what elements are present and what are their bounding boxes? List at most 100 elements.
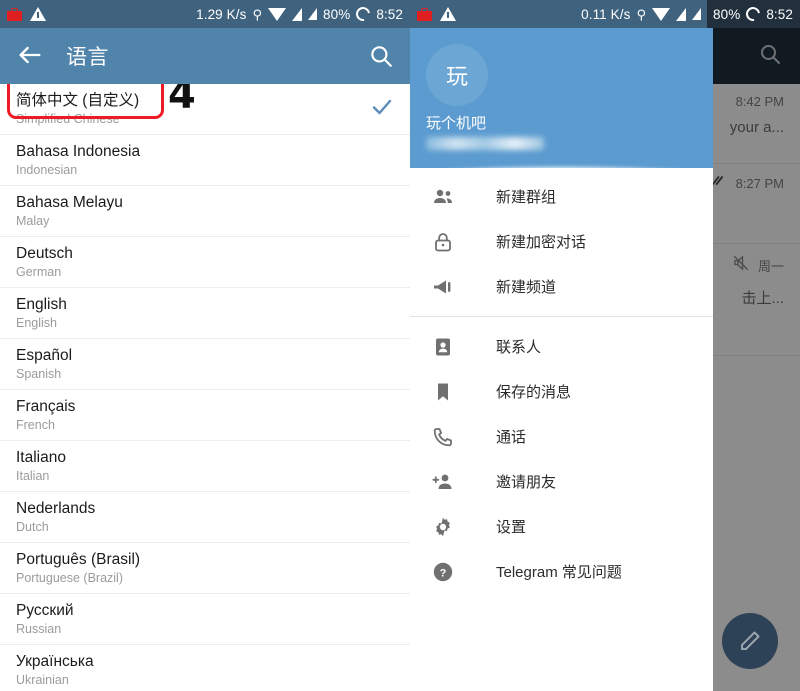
bookmark-icon <box>430 379 456 405</box>
left-phone-panel: 1.29 K/s ⚲ 80% 8:52 语言 简体中文 (自定义) Simpli… <box>0 0 410 691</box>
drawer-menu-item[interactable]: 新建频道 <box>410 264 713 309</box>
language-native-name: Français <box>16 398 76 415</box>
account-name: 玩个机吧 <box>426 115 487 132</box>
avatar[interactable]: 玩 <box>426 44 488 106</box>
language-row[interactable]: Deutsch German <box>0 237 410 288</box>
new-message-fab[interactable] <box>722 613 778 669</box>
menu-divider <box>410 316 713 317</box>
drawer-menu: 新建群组新建加密对话 新建频道联系人保存的消息通话邀请朋友设置? Telegram … <box>410 168 713 691</box>
gear-icon <box>430 514 456 540</box>
language-row[interactable]: English English <box>0 288 410 339</box>
language-row[interactable]: Bahasa Melayu Malay <box>0 186 410 237</box>
language-texts: Italiano Italian <box>16 448 66 484</box>
status-dimmed-section: 80% 8:52 <box>706 0 800 28</box>
account-info: 玩个机吧 <box>426 112 697 152</box>
network-speed-label: 1.29 K/s <box>196 6 247 22</box>
language-texts: Nederlands Dutch <box>16 499 95 535</box>
phone-icon <box>430 424 456 450</box>
language-english-name: German <box>16 265 62 279</box>
language-list: 简体中文 (自定义) Simplified Chinese Bahasa Indon… <box>0 84 410 691</box>
warning-icon <box>440 7 456 21</box>
language-english-name: Ukrainian <box>16 673 69 687</box>
drawer-menu-item-label: 邀请朋友 <box>496 474 557 491</box>
language-english-name: Indonesian <box>16 163 78 177</box>
language-english-name: Italian <box>16 469 50 483</box>
drawer-menu-item-label: 联系人 <box>496 339 542 356</box>
language-texts: Bahasa Indonesia Indonesian <box>16 142 140 178</box>
language-toolbar: 语言 <box>0 28 410 84</box>
screenshot-root: 1.29 K/s ⚲ 80% 8:52 语言 简体中文 (自定义) Simpli… <box>0 0 800 691</box>
signal-icon <box>675 7 686 21</box>
drawer-menu-item-label: Telegram 常见问题 <box>496 564 622 581</box>
language-native-name: Nederlands <box>16 500 96 517</box>
pencil-icon <box>741 631 760 650</box>
drawer-account-header[interactable]: 玩 玩个机吧 <box>410 28 713 168</box>
drawer-menu-item-label: 新建群组 <box>496 189 557 206</box>
language-native-name: Italiano <box>16 449 66 466</box>
drawer-menu-item[interactable]: 通话 <box>410 414 713 459</box>
language-texts: Українська Ukrainian <box>16 652 94 688</box>
language-english-name: Portuguese (Brazil) <box>16 571 123 585</box>
language-row[interactable]: Nederlands Dutch <box>0 492 410 543</box>
language-texts: Русский Russian <box>16 601 74 637</box>
language-english-name: English <box>16 316 57 330</box>
language-row[interactable]: Português (Brasil) Portuguese (Brazil) <box>0 543 410 594</box>
search-icon[interactable] <box>368 43 394 69</box>
drawer-menu-item-label: 通话 <box>496 429 527 446</box>
language-row[interactable]: Italiano Italian <box>0 441 410 492</box>
language-row[interactable]: Español Spanish <box>0 339 410 390</box>
language-row[interactable]: Русский Russian <box>0 594 410 645</box>
right-phone-panel: 0.11 K/s ⚲ 80% 8:52 8:42 PM your a... 8:… <box>410 0 800 691</box>
language-native-name: 简体中文 (自定义) <box>16 92 140 109</box>
battery-icon <box>353 4 374 24</box>
drawer-menu-item[interactable]: 联系人 <box>410 324 713 369</box>
language-english-name: Spanish <box>16 367 62 381</box>
account-phone-redacted <box>426 137 544 150</box>
status-left-icons <box>7 7 46 21</box>
group-icon <box>430 184 456 210</box>
briefcase-icon <box>417 7 432 21</box>
right-status-bar: 0.11 K/s ⚲ 80% 8:52 <box>410 0 800 28</box>
language-english-name: Dutch <box>16 520 49 534</box>
drawer-menu-item-label: 保存的消息 <box>496 384 572 401</box>
language-native-name: Deutsch <box>16 245 73 262</box>
language-native-name: English <box>16 296 67 313</box>
header-wave-decoration <box>410 152 713 168</box>
status-right-icons: 1.29 K/s ⚲ 80% 8:52 <box>196 4 403 24</box>
drawer-menu-item[interactable]: 设置 <box>410 504 713 549</box>
back-arrow-icon[interactable] <box>16 41 46 71</box>
lock-icon <box>430 229 456 255</box>
language-native-name: Українська <box>16 653 94 670</box>
language-english-name: Malay <box>16 214 50 228</box>
battery-percent-label: 80% <box>712 6 741 22</box>
drawer-menu-item[interactable]: 新建加密对话 <box>410 219 713 264</box>
drawer-menu-item[interactable]: 新建群组 <box>410 174 713 219</box>
language-row[interactable]: Українська Ukrainian <box>0 645 410 691</box>
signal-icon-2 <box>307 8 317 20</box>
drawer-menu-item-label: 新建频道 <box>496 279 557 296</box>
help-icon: ? <box>430 559 456 585</box>
battery-percent-label: 80% <box>322 6 351 22</box>
signal-icon-2 <box>691 8 701 20</box>
language-row[interactable]: Bahasa Indonesia Indonesian <box>0 135 410 186</box>
language-row[interactable]: Français French <box>0 390 410 441</box>
checkmark-icon <box>370 95 394 124</box>
language-row[interactable]: 简体中文 (自定义) Simplified Chinese <box>0 84 410 135</box>
language-native-name: Bahasa Melayu <box>16 194 123 211</box>
key-icon: ⚲ <box>636 6 646 22</box>
page-title: 语言 <box>66 46 109 69</box>
status-left-icons-right <box>417 7 456 21</box>
language-native-name: Español <box>16 347 73 364</box>
language-native-name: Русский <box>16 602 74 619</box>
clock-label: 8:52 <box>376 6 403 22</box>
svg-text:?: ? <box>440 567 447 579</box>
drawer-menu-item[interactable]: 邀请朋友 <box>410 459 713 504</box>
language-native-name: Bahasa Indonesia <box>16 143 141 160</box>
language-texts: Bahasa Melayu Malay <box>16 193 123 229</box>
megaphone-icon <box>430 274 456 300</box>
briefcase-icon <box>7 7 22 21</box>
drawer-menu-item[interactable]: ? Telegram 常见问题 <box>410 549 713 594</box>
key-icon: ⚲ <box>252 6 262 22</box>
drawer-menu-item[interactable]: 保存的消息 <box>410 369 713 414</box>
drawer-menu-item-label: 新建加密对话 <box>496 234 587 251</box>
